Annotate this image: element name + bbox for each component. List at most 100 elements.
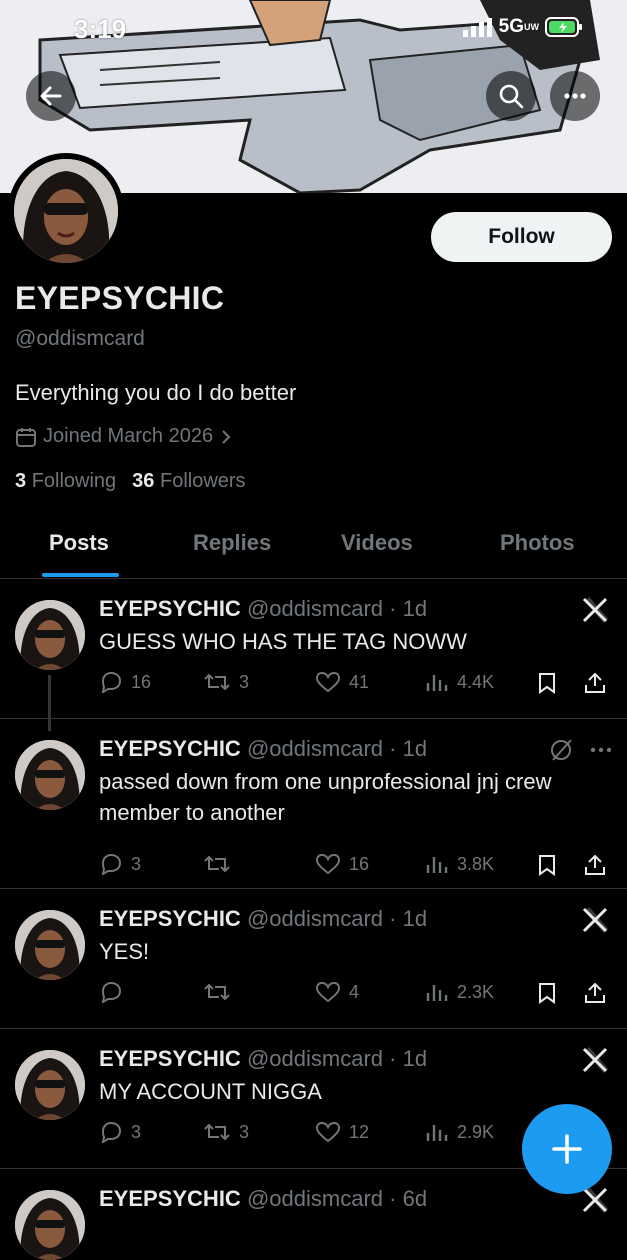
views-button[interactable]: 4.4K <box>425 671 494 693</box>
repost-button[interactable]: 3 <box>203 671 249 693</box>
share-button[interactable] <box>583 853 607 877</box>
share-icon <box>585 854 605 875</box>
views-button[interactable]: 2.3K <box>425 981 494 1003</box>
post-avatar[interactable] <box>15 1050 85 1120</box>
views-icon <box>426 675 448 691</box>
battery-icon <box>545 17 582 37</box>
post-header: EYEPSYCHIC @oddismcard · 1d <box>99 1046 428 1071</box>
following-label: Following <box>31 470 117 492</box>
like-count: 16 <box>349 853 370 874</box>
bookmark-button[interactable] <box>536 671 558 695</box>
repost-icon <box>204 855 230 873</box>
reply-button[interactable]: 3 <box>99 1121 141 1143</box>
compose-button[interactable] <box>522 1104 612 1194</box>
post-actions: 16 3 41 4.4K <box>99 671 614 701</box>
search-icon <box>499 84 524 109</box>
views-icon <box>426 1125 448 1141</box>
post-author-name: EYEPSYCHIC <box>99 1046 241 1071</box>
post-author-name: EYEPSYCHIC <box>99 596 241 621</box>
post-text: GUESS WHO HAS THE TAG NOWW <box>99 629 467 654</box>
reply-icon <box>101 1121 122 1143</box>
repost-button[interactable]: 3 <box>203 1121 249 1143</box>
post-text: passed down from one unprofessional jnj … <box>99 769 552 825</box>
repost-button[interactable] <box>203 853 239 875</box>
heart-icon <box>315 853 341 875</box>
post-item[interactable]: EYEPSYCHIC @oddismcard · 1d passed down f… <box>0 718 627 889</box>
thread-connector <box>48 675 51 731</box>
post-header: EYEPSYCHIC @oddismcard · 6d <box>99 1186 428 1211</box>
post-timestamp: 1d <box>402 1046 428 1071</box>
views-button[interactable]: 2.9K <box>425 1121 494 1143</box>
post-item[interactable]: EYEPSYCHIC @oddismcard · 1d YES! 4 2.3K <box>0 888 627 1029</box>
bookmark-button[interactable] <box>536 853 558 877</box>
follow-button[interactable]: Follow <box>431 212 612 262</box>
x-logo-icon <box>582 1187 609 1213</box>
repost-button[interactable] <box>203 981 239 1003</box>
share-button[interactable] <box>583 671 607 695</box>
search-button[interactable] <box>486 71 536 121</box>
reply-count: 3 <box>131 853 142 874</box>
reply-icon <box>101 981 122 1003</box>
reply-count: 3 <box>131 1121 142 1142</box>
post-timestamp: 1d <box>402 906 428 931</box>
followers-count: 36 <box>132 470 155 492</box>
post-avatar[interactable] <box>15 600 85 670</box>
reply-button[interactable]: 3 <box>99 853 141 875</box>
tab-posts[interactable]: Posts <box>49 530 109 556</box>
joined-date[interactable]: Joined March 2026 <box>15 425 233 448</box>
more-button[interactable] <box>550 71 600 121</box>
heart-icon <box>315 981 341 1003</box>
x-logo-icon <box>582 907 609 933</box>
status-indicators: 5G UW <box>462 16 583 38</box>
tab-replies[interactable]: Replies <box>193 530 271 556</box>
network-sublabel: UW <box>524 22 539 32</box>
follow-counts: 3 Following 36 Followers <box>15 470 246 493</box>
heart-icon <box>315 1121 341 1143</box>
like-button[interactable]: 12 <box>315 1121 369 1143</box>
status-bar: 3:19 5G UW <box>0 10 627 46</box>
bookmark-icon <box>539 673 555 694</box>
post-header: EYEPSYCHIC @oddismcard · 1d <box>99 596 428 621</box>
post-avatar[interactable] <box>15 910 85 980</box>
followers-link[interactable]: 36 Followers <box>132 470 245 493</box>
views-count: 3.8K <box>457 853 495 874</box>
arrow-left-icon <box>40 86 62 106</box>
post-text: MY ACCOUNT NIGGA <box>99 1079 322 1104</box>
reply-button[interactable]: 16 <box>99 671 151 693</box>
bookmark-icon <box>539 983 555 1004</box>
like-count: 12 <box>349 1121 370 1142</box>
views-button[interactable]: 3.8K <box>425 853 494 875</box>
post-author-name: EYEPSYCHIC <box>99 1186 241 1211</box>
tab-photos[interactable]: Photos <box>500 530 575 556</box>
reply-button[interactable] <box>99 981 131 1003</box>
post-item[interactable]: EYEPSYCHIC @oddismcard · 1d GUESS WHO HAS… <box>0 578 627 719</box>
grok-icon <box>551 739 612 761</box>
following-link[interactable]: 3 Following <box>15 470 116 493</box>
profile-avatar[interactable] <box>8 153 124 269</box>
post-author-handle: @oddismcard <box>246 736 384 761</box>
profile-display-name: EYEPSYCHIC <box>15 280 225 316</box>
views-icon <box>426 857 448 873</box>
like-count: 41 <box>349 671 370 692</box>
joined-label: Joined March 2026 <box>43 425 214 447</box>
more-dots-icon <box>564 93 586 99</box>
post-corner-action[interactable] <box>581 1186 609 1221</box>
views-count: 2.9K <box>457 1121 495 1142</box>
post-header: EYEPSYCHIC @oddismcard · 1d <box>99 906 428 931</box>
repost-count: 3 <box>239 1121 250 1142</box>
share-button[interactable] <box>583 981 607 1005</box>
back-button[interactable] <box>26 71 76 121</box>
bookmark-icon <box>539 855 555 876</box>
like-button[interactable]: 16 <box>315 853 369 875</box>
post-avatar[interactable] <box>15 1190 85 1260</box>
bookmark-button[interactable] <box>536 981 558 1005</box>
reply-icon <box>101 671 122 693</box>
share-icon <box>585 672 605 693</box>
plus-icon <box>552 1134 582 1164</box>
post-avatar[interactable] <box>15 740 85 810</box>
like-button[interactable]: 4 <box>315 981 359 1003</box>
tab-videos[interactable]: Videos <box>341 530 413 556</box>
like-button[interactable]: 41 <box>315 671 369 693</box>
heart-icon <box>315 671 341 693</box>
post-text: YES! <box>99 939 150 964</box>
